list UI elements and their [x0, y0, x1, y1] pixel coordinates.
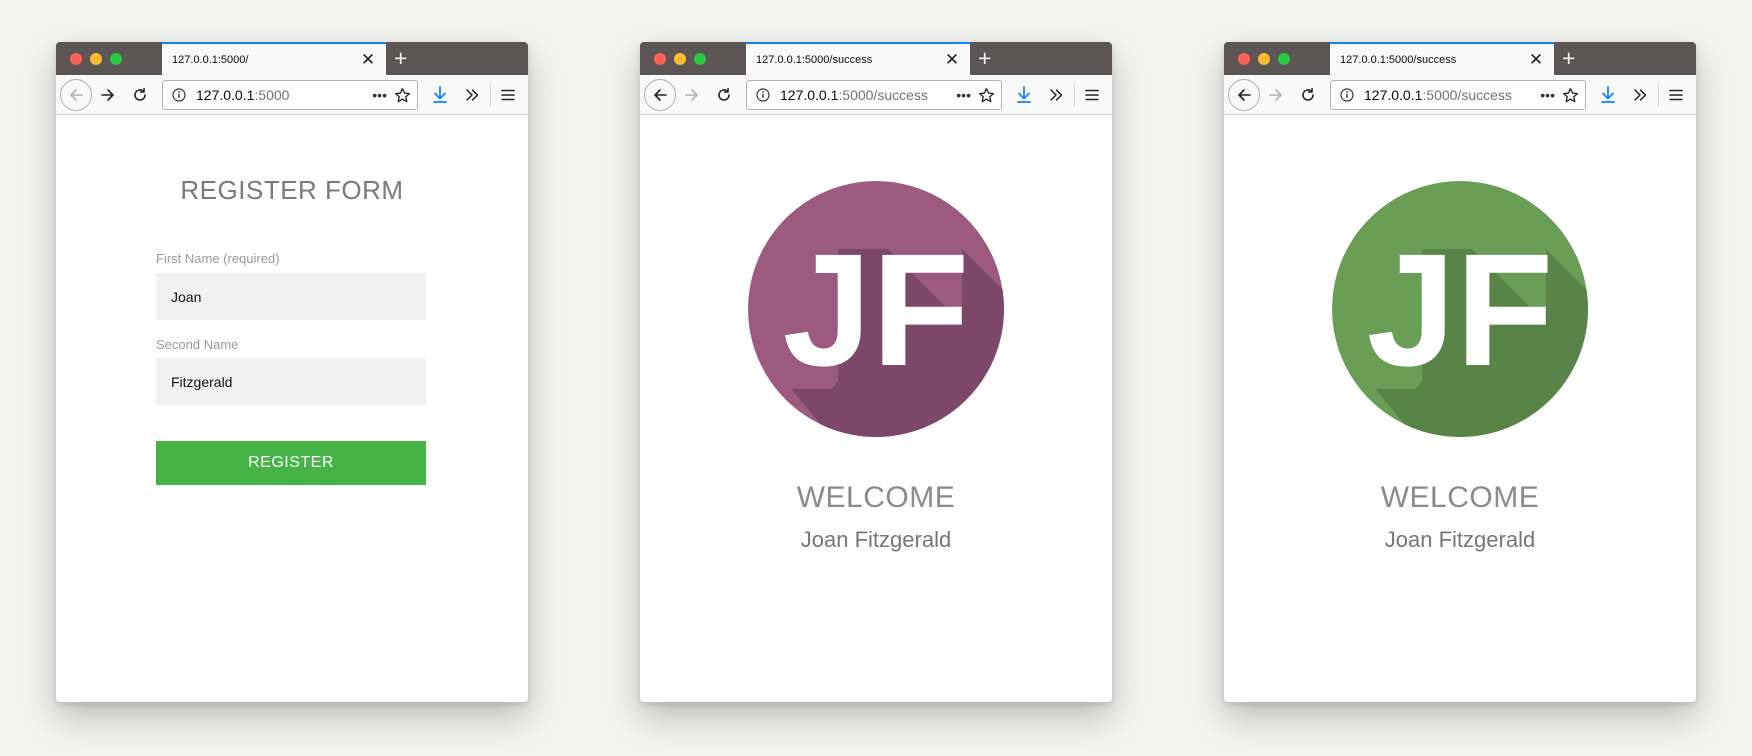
download-icon[interactable]	[428, 79, 452, 111]
url-bar[interactable]: 127.0.0.1:5000/success •••	[1330, 80, 1586, 110]
url-bar[interactable]: 127.0.0.1:5000 •••	[162, 80, 418, 110]
minimize-window-button[interactable]	[674, 53, 686, 65]
close-window-button[interactable]	[70, 53, 82, 65]
url-bar[interactable]: 127.0.0.1:5000/success •••	[746, 80, 1002, 110]
info-icon[interactable]	[171, 87, 187, 103]
more-dots-icon[interactable]: •••	[372, 88, 387, 102]
title-bar: 127.0.0.1:5000/success ✕ +	[1224, 42, 1696, 75]
window-controls	[654, 53, 706, 65]
avatar-initials: JF	[783, 220, 970, 399]
more-dots-icon[interactable]: •••	[1540, 88, 1555, 102]
hamburger-icon[interactable]	[1080, 79, 1104, 111]
url-host: 127.0.0.1	[196, 87, 255, 103]
url-text[interactable]: 127.0.0.1:5000	[196, 87, 369, 103]
hamburger-icon[interactable]	[1664, 79, 1688, 111]
arrow-right-icon[interactable]	[1264, 79, 1288, 111]
arrow-right-icon[interactable]	[96, 79, 120, 111]
plus-icon[interactable]: +	[394, 46, 407, 70]
browser-tab[interactable]: 127.0.0.1:5000/ ✕	[162, 42, 386, 75]
browser-window-success-purple: 127.0.0.1:5000/success ✕ + 127.0.0.1:500…	[640, 42, 1112, 702]
arrow-right-icon[interactable]	[680, 79, 704, 111]
close-window-button[interactable]	[1238, 53, 1250, 65]
browser-tab[interactable]: 127.0.0.1:5000/success ✕	[1330, 42, 1554, 75]
page-content: JF WELCOME Joan Fitzgerald	[1224, 115, 1696, 702]
title-bar: 127.0.0.1:5000/ ✕ +	[56, 42, 528, 75]
star-icon[interactable]	[1561, 86, 1579, 104]
maximize-window-button[interactable]	[694, 53, 706, 65]
page-content: JF WELCOME Joan Fitzgerald	[640, 115, 1112, 702]
url-path: :5000	[254, 87, 290, 103]
toolbar-divider	[1658, 83, 1659, 107]
close-icon[interactable]: ✕	[944, 51, 960, 68]
star-icon[interactable]	[977, 86, 995, 104]
first-name-field[interactable]	[156, 273, 426, 320]
chevrons-right-icon[interactable]	[1044, 79, 1068, 111]
arrow-left-icon[interactable]	[1228, 79, 1260, 111]
more-dots-icon[interactable]: •••	[956, 88, 971, 102]
title-bar: 127.0.0.1:5000/success ✕ +	[640, 42, 1112, 75]
page-title: REGISTER FORM	[180, 175, 404, 205]
nav-bar: 127.0.0.1:5000/success •••	[1224, 75, 1696, 115]
info-icon[interactable]	[1339, 87, 1355, 103]
maximize-window-button[interactable]	[1278, 53, 1290, 65]
url-text[interactable]: 127.0.0.1:5000/success	[1364, 87, 1537, 103]
nav-bar: 127.0.0.1:5000/success •••	[640, 75, 1112, 115]
toolbar-divider	[1074, 83, 1075, 107]
reload-icon[interactable]	[1296, 79, 1320, 111]
chevrons-right-icon[interactable]	[460, 79, 484, 111]
close-icon[interactable]: ✕	[360, 51, 376, 68]
url-path: :5000/success	[838, 87, 928, 103]
url-host: 127.0.0.1	[780, 87, 839, 103]
avatar: JF	[748, 181, 1004, 437]
tab-title: 127.0.0.1:5000/success	[756, 53, 873, 66]
arrow-left-icon[interactable]	[644, 79, 676, 111]
minimize-window-button[interactable]	[1258, 53, 1270, 65]
hamburger-icon[interactable]	[496, 79, 520, 111]
first-name-label: First Name (required)	[156, 251, 280, 266]
page-content: REGISTER FORM First Name (required) Seco…	[56, 115, 528, 702]
plus-icon[interactable]: +	[978, 46, 991, 70]
url-text[interactable]: 127.0.0.1:5000/success	[780, 87, 953, 103]
arrow-left-icon[interactable]	[60, 79, 92, 111]
second-name-field[interactable]	[156, 358, 426, 405]
info-icon[interactable]	[755, 87, 771, 103]
star-icon[interactable]	[393, 86, 411, 104]
tab-title: 127.0.0.1:5000/success	[1340, 53, 1457, 66]
close-window-button[interactable]	[654, 53, 666, 65]
url-path: :5000/success	[1422, 87, 1512, 103]
reload-icon[interactable]	[128, 79, 152, 111]
chevrons-right-icon[interactable]	[1628, 79, 1652, 111]
browser-window-register: 127.0.0.1:5000/ ✕ + 127.0.0.1:5000 ••• R…	[56, 42, 528, 702]
download-icon[interactable]	[1596, 79, 1620, 111]
welcome-heading: WELCOME	[1380, 481, 1540, 514]
register-button[interactable]: REGISTER	[156, 441, 426, 485]
user-name: Joan Fitzgerald	[800, 527, 952, 552]
maximize-window-button[interactable]	[110, 53, 122, 65]
window-controls	[70, 53, 122, 65]
url-host: 127.0.0.1	[1364, 87, 1423, 103]
nav-bar: 127.0.0.1:5000 •••	[56, 75, 528, 115]
toolbar-divider	[490, 83, 491, 107]
user-name: Joan Fitzgerald	[1384, 527, 1536, 552]
plus-icon[interactable]: +	[1562, 46, 1575, 70]
avatar: JF	[1332, 181, 1588, 437]
close-icon[interactable]: ✕	[1528, 51, 1544, 68]
browser-tab[interactable]: 127.0.0.1:5000/success ✕	[746, 42, 970, 75]
window-controls	[1238, 53, 1290, 65]
tab-title: 127.0.0.1:5000/	[172, 53, 249, 66]
second-name-label: Second Name	[156, 337, 239, 352]
browser-window-success-green: 127.0.0.1:5000/success ✕ + 127.0.0.1:500…	[1224, 42, 1696, 702]
avatar-initials: JF	[1367, 220, 1554, 399]
download-icon[interactable]	[1012, 79, 1036, 111]
reload-icon[interactable]	[712, 79, 736, 111]
welcome-heading: WELCOME	[796, 481, 956, 514]
minimize-window-button[interactable]	[90, 53, 102, 65]
